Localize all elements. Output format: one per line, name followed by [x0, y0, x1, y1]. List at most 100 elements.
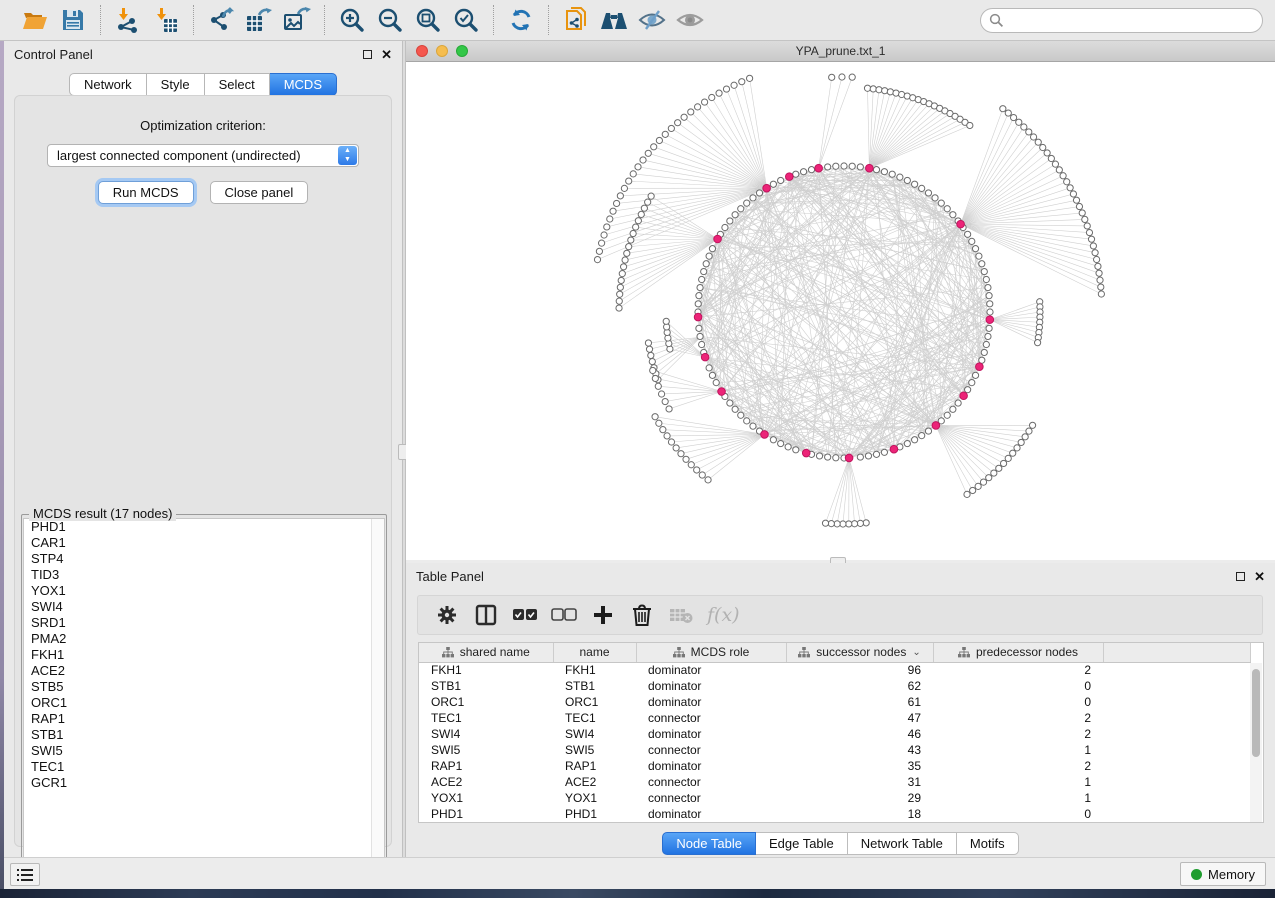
column-header-name[interactable]: name — [553, 643, 636, 662]
show-columns-icon[interactable] — [473, 602, 499, 628]
table-row[interactable]: ACE2ACE2connector311 — [419, 774, 1251, 790]
table-toolbar: f(x) — [417, 595, 1263, 635]
open-file-icon[interactable] — [18, 4, 52, 36]
result-item[interactable]: YOX1 — [24, 583, 384, 599]
result-item[interactable]: STP4 — [24, 551, 384, 567]
hide-selected-eye-slash-icon[interactable] — [635, 4, 669, 36]
result-item[interactable]: ORC1 — [24, 695, 384, 711]
result-item[interactable]: RAP1 — [24, 711, 384, 727]
deselect-all-icon[interactable] — [551, 602, 577, 628]
table-row[interactable]: SWI4SWI4dominator462 — [419, 726, 1251, 742]
tab-select[interactable]: Select — [205, 73, 270, 96]
import-table-icon[interactable] — [149, 4, 183, 36]
result-scrollbar[interactable] — [371, 519, 384, 883]
network-window-titlebar[interactable]: YPA_prune.txt_1 — [406, 41, 1275, 62]
table-row[interactable]: STB1STB1dominator620 — [419, 678, 1251, 694]
control-panel: Control Panel ✕ NetworkStyleSelectMCDS O… — [4, 41, 402, 857]
export-image-icon[interactable] — [280, 4, 314, 36]
result-item[interactable]: TEC1 — [24, 759, 384, 775]
cell: 47 — [786, 710, 933, 726]
table-row[interactable]: ORC1ORC1dominator610 — [419, 694, 1251, 710]
run-mcds-button[interactable]: Run MCDS — [98, 181, 194, 204]
column-header-MCDS-role[interactable]: MCDS role — [636, 643, 786, 662]
result-item[interactable]: GCR1 — [24, 775, 384, 791]
result-item[interactable]: SRD1 — [24, 615, 384, 631]
table-row[interactable]: SWI5SWI5connector431 — [419, 742, 1251, 758]
table-row[interactable]: RAP1RAP1dominator352 — [419, 758, 1251, 774]
zoom-selected-icon[interactable] — [449, 4, 483, 36]
result-item[interactable]: FKH1 — [24, 647, 384, 663]
tab-style[interactable]: Style — [147, 73, 205, 96]
memory-button[interactable]: Memory — [1180, 862, 1266, 886]
cell: 43 — [786, 742, 933, 758]
column-header-shared-name[interactable]: shared name — [419, 643, 553, 662]
select-stepper-icon: ▲▼ — [338, 146, 357, 165]
tab-node-table[interactable]: Node Table — [662, 832, 756, 855]
list-icon — [17, 868, 33, 882]
float-panel-icon[interactable] — [363, 50, 372, 59]
column-header-predecessor-nodes[interactable]: predecessor nodes — [933, 643, 1103, 662]
delete-row-trash-icon[interactable] — [629, 602, 655, 628]
result-item[interactable]: PMA2 — [24, 631, 384, 647]
import-network-icon[interactable] — [111, 4, 145, 36]
result-item[interactable]: STB1 — [24, 727, 384, 743]
tree-icon — [673, 647, 685, 658]
select-all-icon[interactable] — [512, 602, 538, 628]
result-item[interactable]: PHD1 — [24, 519, 384, 535]
table-scrollbar-thumb[interactable] — [1252, 669, 1260, 757]
zoom-fit-icon[interactable] — [411, 4, 445, 36]
table-row[interactable]: YOX1YOX1connector291 — [419, 790, 1251, 806]
save-icon[interactable] — [56, 4, 90, 36]
result-item[interactable]: SWI5 — [24, 743, 384, 759]
result-item[interactable]: TID3 — [24, 567, 384, 583]
result-item[interactable]: SWI4 — [24, 599, 384, 615]
column-header-successor-nodes[interactable]: successor nodes⌄ — [786, 643, 933, 662]
cell: connector — [636, 710, 786, 726]
node-table[interactable]: shared namenameMCDS rolesuccessor nodes⌄… — [418, 642, 1264, 823]
table-row[interactable]: PHD1PHD1dominator180 — [419, 806, 1251, 822]
table-scrollbar[interactable] — [1250, 663, 1262, 822]
optimization-select[interactable]: largest connected component (undirected)… — [47, 144, 359, 167]
cell: RAP1 — [553, 758, 636, 774]
close-table-panel-icon[interactable]: ✕ — [1254, 572, 1265, 581]
search-icon — [989, 13, 1004, 28]
tree-icon — [958, 647, 970, 658]
tab-motifs[interactable]: Motifs — [957, 832, 1019, 855]
desktop-wallpaper-bottom — [0, 889, 1275, 898]
result-item[interactable]: CAR1 — [24, 535, 384, 551]
close-panel-button[interactable]: Close panel — [210, 181, 309, 204]
tab-network-table[interactable]: Network Table — [848, 832, 957, 855]
cell: ORC1 — [419, 694, 553, 710]
cell: dominator — [636, 678, 786, 694]
gear-icon[interactable] — [434, 602, 460, 628]
binoculars-icon[interactable] — [597, 4, 631, 36]
cell: YOX1 — [553, 790, 636, 806]
network-graph[interactable] — [406, 62, 1275, 559]
zoom-out-icon[interactable] — [373, 4, 407, 36]
refresh-view-icon[interactable] — [504, 4, 538, 36]
result-item[interactable]: ACE2 — [24, 663, 384, 679]
export-table-icon[interactable] — [242, 4, 276, 36]
optimization-label: Optimization criterion: — [15, 118, 391, 133]
tab-network[interactable]: Network — [69, 73, 147, 96]
cell: SWI4 — [419, 726, 553, 742]
mcds-tab-pane: Optimization criterion: largest connecte… — [14, 95, 392, 847]
close-panel-icon[interactable]: ✕ — [381, 50, 392, 59]
table-row[interactable]: TEC1TEC1connector472 — [419, 710, 1251, 726]
zoom-in-icon[interactable] — [335, 4, 369, 36]
task-history-button[interactable] — [10, 863, 40, 886]
cell: 35 — [786, 758, 933, 774]
float-table-panel-icon[interactable] — [1236, 572, 1245, 581]
add-row-icon[interactable] — [590, 602, 616, 628]
export-network-icon[interactable] — [204, 4, 238, 36]
clone-network-icon[interactable] — [559, 4, 593, 36]
mcds-result-list[interactable]: PHD1CAR1STP4TID3YOX1SWI4SRD1PMA2FKH1ACE2… — [23, 518, 385, 884]
network-canvas[interactable] — [406, 62, 1275, 559]
cell: PHD1 — [553, 806, 636, 822]
result-item[interactable]: STB5 — [24, 679, 384, 695]
table-row[interactable]: FKH1FKH1dominator962 — [419, 662, 1251, 678]
cell: 61 — [786, 694, 933, 710]
tab-mcds[interactable]: MCDS — [270, 73, 337, 96]
tab-edge-table[interactable]: Edge Table — [756, 832, 848, 855]
network-search[interactable] — [980, 8, 1263, 33]
